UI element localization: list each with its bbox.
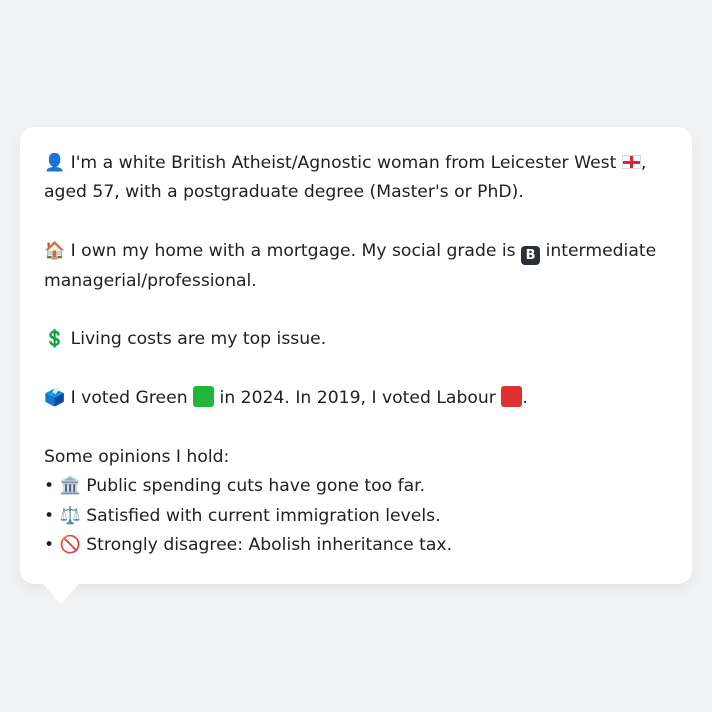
bullet: • xyxy=(44,476,55,497)
opinions-heading: Some opinions I hold: xyxy=(44,447,230,467)
issue-text: Living costs are my top issue. xyxy=(70,329,327,350)
opinions-section: Some opinions I hold: • 🏛️ Public spendi… xyxy=(44,443,668,561)
page: 👤 I'm a white British Atheist/Agnostic w… xyxy=(0,0,712,712)
speech-bubble-tail xyxy=(42,583,80,604)
opinion-text: Satisfied with current immigration level… xyxy=(86,505,441,526)
vote-text-end: . xyxy=(522,388,528,409)
england-flag-icon xyxy=(621,155,641,169)
prohibited-icon: 🚫 xyxy=(59,535,81,556)
ballot-box-icon: 🗳️ xyxy=(44,388,66,409)
identity-text: I'm a white British Atheist/Agnostic wom… xyxy=(70,153,617,173)
social-grade-badge: B xyxy=(521,246,541,266)
vote-text-2024: I voted Green xyxy=(70,388,188,409)
opinion-item: • 🏛️ Public spending cuts have gone too … xyxy=(44,472,668,501)
persona-message-bubble: 👤 I'm a white British Atheist/Agnostic w… xyxy=(20,127,692,584)
opinion-item: • ⚖️ Satisfied with current immigration … xyxy=(44,502,668,531)
vote-paragraph: 🗳️ I voted Green in 2024. In 2019, I vot… xyxy=(44,384,668,413)
opinion-text: Strongly disagree: Abolish inheritance t… xyxy=(86,535,453,556)
identity-paragraph: 👤 I'm a white British Atheist/Agnostic w… xyxy=(44,149,668,208)
classical-building-icon: 🏛️ xyxy=(59,476,81,497)
issue-paragraph: 💲 Living costs are my top issue. xyxy=(44,325,668,354)
person-icon: 👤 xyxy=(44,153,66,173)
green-square-icon xyxy=(193,386,215,408)
home-text: I own my home with a mortgage. My social… xyxy=(70,241,516,262)
bullet: • xyxy=(44,505,55,526)
opinion-text: Public spending cuts have gone too far. xyxy=(86,476,426,497)
balance-scale-icon: ⚖️ xyxy=(59,505,81,526)
dollar-icon: 💲 xyxy=(44,329,66,350)
bullet: • xyxy=(44,535,55,556)
red-square-icon xyxy=(501,386,523,408)
home-paragraph: 🏠 I own my home with a mortgage. My soci… xyxy=(44,237,668,296)
house-icon: 🏠 xyxy=(44,241,66,262)
vote-text-2019: in 2024. In 2019, I voted Labour xyxy=(219,388,496,409)
opinion-item: • 🚫 Strongly disagree: Abolish inheritan… xyxy=(44,531,668,560)
